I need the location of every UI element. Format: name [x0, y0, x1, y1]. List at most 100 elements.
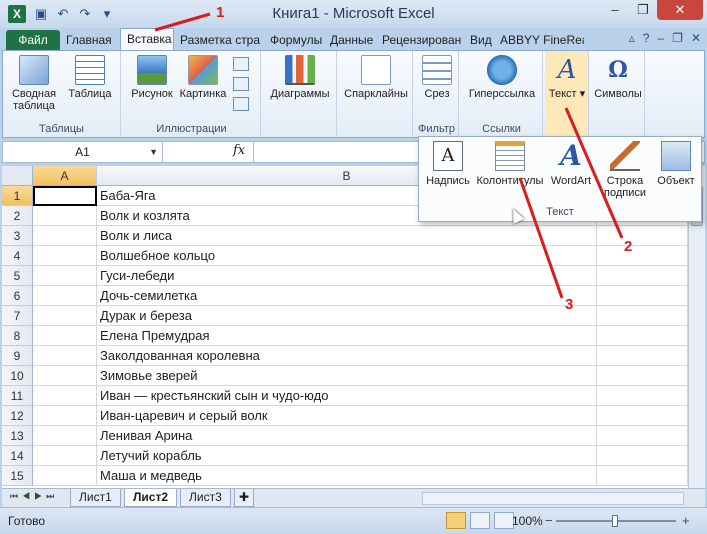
symbols-button[interactable]: Ω Символы [593, 55, 643, 100]
zoom-slider[interactable] [556, 515, 676, 527]
cell-b[interactable]: Заколдованная королевна [97, 346, 597, 366]
cell-b[interactable]: Ленивая Арина [97, 426, 597, 446]
cell-a[interactable] [33, 426, 97, 446]
tab-review[interactable]: Рецензирован [376, 30, 464, 50]
chevron-down-icon[interactable]: ▼ [149, 142, 158, 162]
cell-a[interactable] [33, 466, 97, 486]
row-header[interactable]: 5 [2, 266, 33, 286]
cell-a[interactable] [33, 246, 97, 266]
row-header[interactable]: 12 [2, 406, 33, 426]
row-header[interactable]: 10 [2, 366, 33, 386]
close-icon[interactable]: ✕ [657, 0, 703, 20]
normal-view-icon[interactable] [446, 512, 466, 529]
cell-a[interactable] [33, 366, 97, 386]
table-button[interactable]: Таблица [65, 55, 115, 100]
cell-a[interactable] [33, 286, 97, 306]
tab-home[interactable]: Главная [60, 30, 120, 50]
object-button[interactable]: Объект [653, 141, 699, 187]
cell-a[interactable] [33, 446, 97, 466]
text-button[interactable]: A Текст ▾ [547, 55, 587, 100]
row-header[interactable]: 11 [2, 386, 33, 406]
cell-b[interactable]: Гуси-лебеди [97, 266, 597, 286]
tab-abbyy[interactable]: ABBYY FineRea [494, 30, 584, 50]
minimize-doc-icon[interactable]: – [657, 31, 664, 45]
cell-b[interactable]: Дочь-семилетка [97, 286, 597, 306]
cell-a[interactable] [33, 386, 97, 406]
row-header[interactable]: 3 [2, 226, 33, 246]
name-box[interactable]: A1 ▼ [3, 142, 163, 162]
cell-b[interactable]: Маша и медведь [97, 466, 597, 486]
screenshot-icon[interactable] [233, 97, 249, 111]
cell-b[interactable]: Дурак и береза [97, 306, 597, 326]
fx-icon[interactable]: fx [233, 143, 245, 158]
cell-c[interactable] [597, 266, 688, 286]
cell-c[interactable] [597, 226, 688, 246]
close-doc-icon[interactable]: ✕ [691, 31, 701, 45]
cell-a[interactable] [33, 206, 97, 226]
textbox-button[interactable]: A Надпись [423, 141, 473, 187]
minimize-ribbon-icon[interactable]: ▵ [629, 31, 635, 45]
cell-b[interactable]: Елена Премудрая [97, 326, 597, 346]
select-all-corner[interactable] [2, 166, 33, 186]
restore-doc-icon[interactable]: ❐ [672, 31, 683, 45]
header-footer-button[interactable]: Колонтитулы [475, 141, 545, 187]
cell-c[interactable] [597, 306, 688, 326]
row-header[interactable]: 1 [2, 186, 33, 206]
cell-a[interactable] [33, 326, 97, 346]
row-header[interactable]: 15 [2, 466, 33, 486]
tab-data[interactable]: Данные [324, 30, 376, 50]
zoom-in-icon[interactable]: + [682, 513, 690, 528]
row-header[interactable]: 8 [2, 326, 33, 346]
row-header[interactable]: 2 [2, 206, 33, 226]
cell-b[interactable]: Зимовье зверей [97, 366, 597, 386]
sheet-tab-3[interactable]: Лист3 [180, 489, 231, 507]
horizontal-scrollbar[interactable] [422, 492, 684, 505]
tab-file[interactable]: Файл [6, 30, 60, 50]
help-icon[interactable]: ? [643, 31, 650, 45]
sparklines-button[interactable]: Спарклайны [341, 55, 411, 100]
insert-sheet-icon[interactable]: ✚ [234, 489, 255, 507]
picture-button[interactable]: Рисунок [127, 55, 177, 100]
cell-a[interactable] [33, 226, 97, 246]
zoom-level[interactable]: 100% [512, 514, 543, 528]
smartart-icon[interactable] [233, 77, 249, 91]
cell-b[interactable]: Волк и лиса [97, 226, 597, 246]
tab-page-layout[interactable]: Разметка стра [174, 30, 264, 50]
zoom-slider-knob[interactable] [612, 515, 618, 527]
tab-view[interactable]: Вид [464, 30, 494, 50]
wordart-button[interactable]: A WordArt [547, 141, 595, 188]
minimize-icon[interactable]: – [601, 0, 629, 20]
cell-c[interactable] [597, 246, 688, 266]
cell-c[interactable] [597, 366, 688, 386]
cell-b[interactable]: Иван — крестьянский сын и чудо-юдо [97, 386, 597, 406]
shapes-icon[interactable] [233, 57, 249, 71]
row-header[interactable]: 13 [2, 426, 33, 446]
cell-a[interactable] [33, 266, 97, 286]
hyperlink-button[interactable]: Гиперссылка [465, 55, 539, 100]
cell-c[interactable] [597, 346, 688, 366]
pivot-table-button[interactable]: Сводная таблица [9, 55, 59, 112]
tab-insert[interactable]: Вставка [120, 28, 174, 50]
slicer-button[interactable]: Срез [419, 55, 455, 100]
cell-c[interactable] [597, 386, 688, 406]
cell-a[interactable] [33, 306, 97, 326]
row-header[interactable]: 9 [2, 346, 33, 366]
cell-c[interactable] [597, 466, 688, 486]
sheet-tab-1[interactable]: Лист1 [70, 489, 121, 507]
cell-c[interactable] [597, 326, 688, 346]
sheet-nav-arrows-icon[interactable]: ⏮◀▶⏭ [10, 491, 58, 502]
sheet-tab-2[interactable]: Лист2 [124, 489, 178, 507]
cell-b[interactable]: Волшебное кольцо [97, 246, 597, 266]
row-header[interactable]: 14 [2, 446, 33, 466]
tab-formulas[interactable]: Формулы [264, 30, 324, 50]
cell-c[interactable] [597, 426, 688, 446]
cell-b[interactable]: Иван-царевич и серый волк [97, 406, 597, 426]
row-header[interactable]: 6 [2, 286, 33, 306]
signature-line-button[interactable]: Строка подписи [597, 141, 653, 199]
column-header-a[interactable]: A [33, 166, 97, 186]
cell-b[interactable]: Летучий корабль [97, 446, 597, 466]
restore-icon[interactable]: ❐ [629, 0, 657, 20]
cell-c[interactable] [597, 286, 688, 306]
cell-c[interactable] [597, 406, 688, 426]
cell-c[interactable] [597, 446, 688, 466]
